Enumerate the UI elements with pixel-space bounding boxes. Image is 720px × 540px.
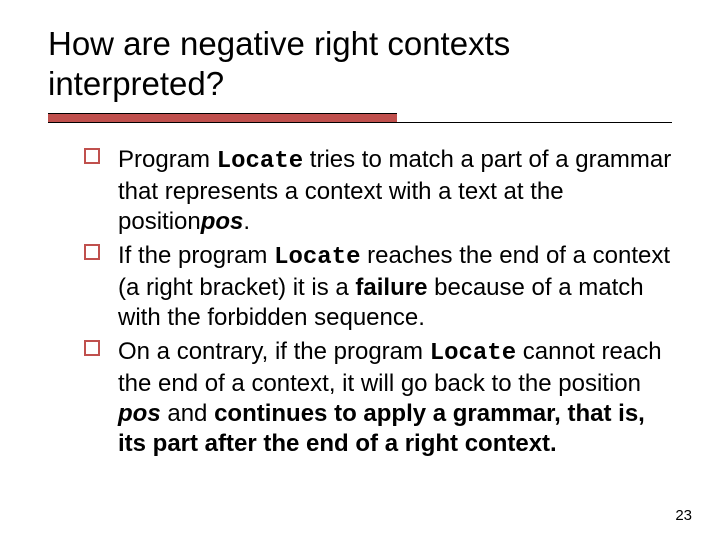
text: . bbox=[243, 208, 250, 235]
code-locate: Locate bbox=[430, 340, 516, 367]
bullet-marker-icon bbox=[84, 148, 100, 164]
text: If the program bbox=[118, 242, 274, 269]
title-rule bbox=[48, 113, 672, 123]
bold-failure: failure bbox=[355, 274, 427, 301]
text: On a contrary, if the program bbox=[118, 338, 430, 365]
list-item: If the program Locate reaches the end of… bbox=[84, 241, 672, 333]
page-number: 23 bbox=[675, 507, 692, 524]
list-item: On a contrary, if the program Locate can… bbox=[84, 337, 672, 459]
bullet-marker-icon bbox=[84, 244, 100, 260]
slide-title: How are negative right contexts interpre… bbox=[48, 24, 672, 103]
code-locate: Locate bbox=[217, 148, 303, 175]
text: Program bbox=[118, 146, 217, 173]
bullet-marker-icon bbox=[84, 340, 100, 356]
list-item: Program Locate tries to match a part of … bbox=[84, 145, 672, 237]
text: and bbox=[161, 400, 214, 427]
code-locate: Locate bbox=[274, 244, 360, 271]
var-pos: pos bbox=[118, 400, 161, 427]
var-pos: pos bbox=[201, 208, 244, 235]
bullet-list: Program Locate tries to match a part of … bbox=[48, 145, 672, 459]
